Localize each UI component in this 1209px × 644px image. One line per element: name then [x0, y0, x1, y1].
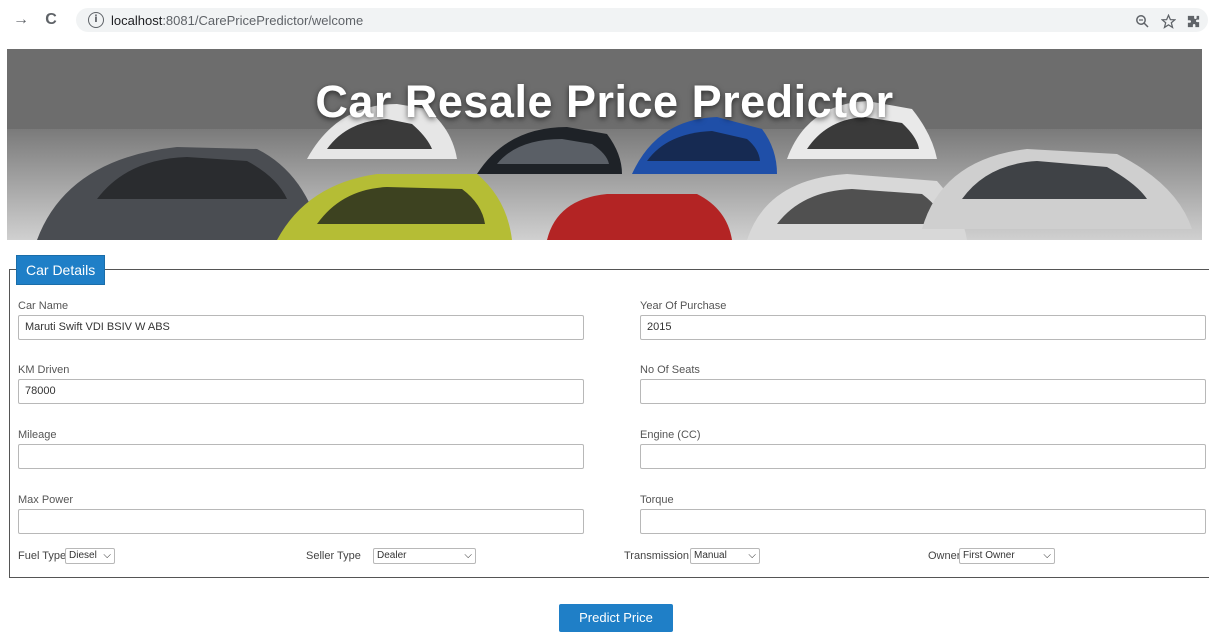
- url-text[interactable]: localhost:8081/CarePricePredictor/welcom…: [111, 13, 363, 28]
- extensions-icon[interactable]: [1184, 12, 1202, 30]
- info-icon[interactable]: i: [88, 12, 104, 28]
- seats-label: No Of Seats: [640, 364, 700, 376]
- km-driven-label: KM Driven: [18, 364, 70, 376]
- browser-toolbar: → C i localhost:8081/CarePricePredictor/…: [0, 0, 1209, 40]
- torque-label: Torque: [640, 494, 674, 506]
- forward-arrow-icon[interactable]: →: [10, 9, 32, 31]
- max-power-input[interactable]: [18, 509, 584, 534]
- km-driven-input[interactable]: 78000: [18, 379, 584, 404]
- torque-input[interactable]: [640, 509, 1206, 534]
- chevron-down-icon: ⌵: [103, 550, 111, 561]
- car-name-label: Car Name: [18, 300, 69, 312]
- mileage-label: Mileage: [18, 429, 57, 441]
- fuel-type-value: Diesel: [69, 550, 97, 561]
- seller-type-value: Dealer: [377, 550, 407, 561]
- fuel-type-select[interactable]: Diesel ⌵: [65, 548, 115, 564]
- seats-input[interactable]: [640, 379, 1206, 404]
- seller-type-select[interactable]: Dealer ⌵: [373, 548, 476, 564]
- fuel-type-label: Fuel Type: [18, 550, 67, 562]
- predict-price-button[interactable]: Predict Price: [559, 604, 673, 632]
- star-icon[interactable]: [1159, 12, 1177, 30]
- engine-input[interactable]: [640, 444, 1206, 469]
- max-power-label: Max Power: [18, 494, 74, 506]
- transmission-select[interactable]: Manual ⌵: [690, 548, 760, 564]
- seller-type-label: Seller Type: [306, 550, 361, 562]
- chevron-down-icon: ⌵: [464, 550, 472, 561]
- hero-banner: Car Resale Price Predictor: [7, 49, 1202, 240]
- mileage-input[interactable]: [18, 444, 584, 469]
- url-path: :8081/CarePricePredictor/welcome: [162, 13, 364, 28]
- car-name-input[interactable]: Maruti Swift VDI BSIV W ABS: [18, 315, 584, 340]
- owner-select[interactable]: First Owner ⌵: [959, 548, 1055, 564]
- reload-icon[interactable]: C: [40, 9, 62, 31]
- chevron-down-icon: ⌵: [748, 550, 756, 561]
- page-title: Car Resale Price Predictor: [315, 76, 894, 127]
- address-bar[interactable]: i localhost:8081/CarePricePredictor/welc…: [76, 8, 1208, 32]
- transmission-value: Manual: [694, 550, 727, 561]
- owner-label: Owner: [928, 550, 961, 562]
- owner-value: First Owner: [963, 550, 1015, 561]
- transmission-label: Transmission: [624, 550, 689, 562]
- year-input[interactable]: 2015: [640, 315, 1206, 340]
- chevron-down-icon: ⌵: [1043, 550, 1051, 561]
- zoom-icon[interactable]: [1133, 12, 1151, 30]
- engine-label: Engine (CC): [640, 429, 701, 441]
- url-host: localhost: [111, 13, 163, 28]
- year-label: Year Of Purchase: [640, 300, 727, 312]
- fieldset-legend: Car Details: [16, 255, 106, 285]
